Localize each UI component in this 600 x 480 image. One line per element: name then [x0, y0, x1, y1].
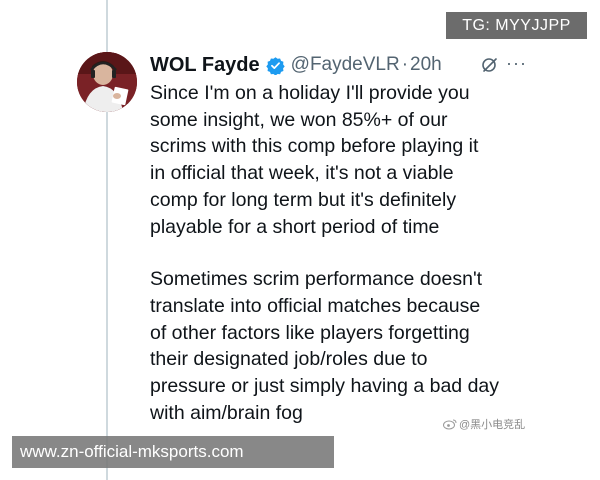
more-options-icon[interactable]: ···	[506, 53, 527, 74]
site-watermark: www.zn-official-mksports.com	[12, 436, 334, 468]
tweet-header: WOL Fayde @FaydeVLR · 20h ···	[150, 52, 530, 78]
separator-dot: ·	[401, 54, 409, 75]
tweet-line: scrims with this comp before playing it	[150, 135, 479, 158]
weibo-icon	[443, 418, 457, 430]
tweet-line: in official that week, it's not a viable	[150, 162, 454, 185]
tweet-line: playable for a short period of time	[150, 215, 440, 238]
tg-watermark: TG: MYYJJPP	[446, 12, 587, 39]
timestamp[interactable]: 20h	[410, 54, 442, 76]
tweet-line: their designated job/roles due to	[150, 348, 428, 371]
weibo-watermark: @黑小电竞乱	[443, 416, 525, 432]
tweet-line: some insight, we won 85%+ of our	[150, 108, 448, 131]
avatar[interactable]	[77, 52, 137, 112]
tweet-line: pressure or just simply having a bad day	[150, 375, 500, 398]
grok-icon[interactable]	[480, 55, 500, 75]
tweet-line: translate into official matches because	[150, 294, 481, 317]
tweet-line: Since I'm on a holiday I'll provide you	[150, 82, 470, 104]
author-name[interactable]: WOL Fayde	[150, 54, 260, 77]
verified-badge-icon	[265, 56, 285, 75]
tweet-line: comp for long term but it's definitely	[150, 188, 457, 211]
author-handle[interactable]: @FaydeVLR	[291, 54, 400, 76]
weibo-label: @黑小电竞乱	[459, 419, 526, 431]
tweet-line: of other factors like players forgetting	[150, 321, 470, 344]
avatar-image	[77, 52, 137, 112]
tweet-line: Sometimes scrim performance doesn't	[150, 268, 483, 291]
tweet-text: Since I'm on a holiday I'll provide you …	[150, 80, 530, 426]
